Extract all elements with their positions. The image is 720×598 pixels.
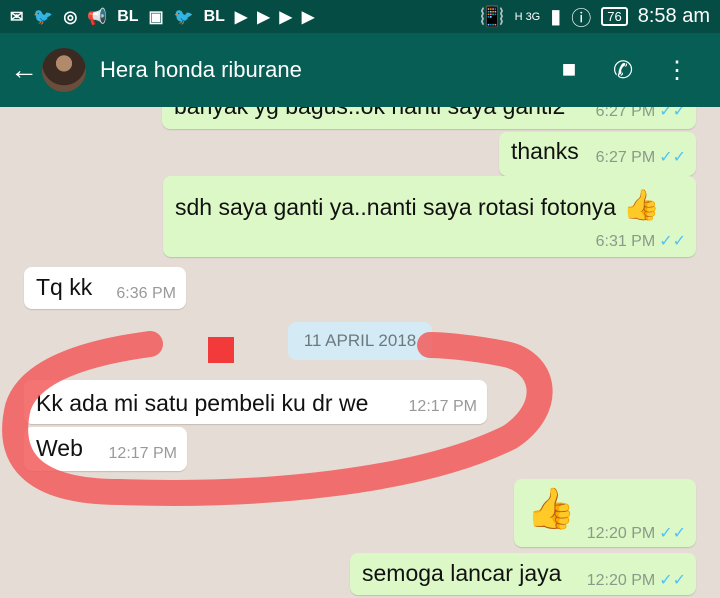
network-type: H 3G <box>514 10 541 23</box>
bl-icon: BL <box>203 7 225 25</box>
vibrate-icon: 📳 <box>479 6 505 28</box>
alert-icon: ⓘ <box>571 8 592 30</box>
megaphone-icon: 📢 <box>87 8 108 26</box>
youtube-icon: ▶ <box>301 8 315 26</box>
videocam-icon[interactable]: ■ <box>542 56 596 84</box>
instagram-icon: ◎ <box>63 8 78 26</box>
signal-icon: ▮ <box>550 6 562 28</box>
avatar[interactable] <box>42 48 86 92</box>
contact-name[interactable]: Hera honda riburane <box>100 57 542 83</box>
youtube-icon: ▶ <box>234 8 248 26</box>
mail-icon: ✉ <box>10 8 24 26</box>
annotation-mark <box>208 337 234 363</box>
more-vert-icon[interactable]: ⋮ <box>650 56 704 85</box>
twitter-icon: 🐦 <box>33 8 54 26</box>
notification-icons: ✉ 🐦 ◎ 📢 BL ▣ 🐦 BL ▶ ▶ ▶ ▶ <box>10 7 314 27</box>
message-list[interactable]: banyak yg bagus..ok nanti saya ganti2 6:… <box>0 107 720 598</box>
annotation-overlay <box>2 331 553 506</box>
clock: 8:58 am <box>637 5 710 27</box>
arrow-left-icon[interactable]: ← <box>10 54 38 86</box>
phone-icon[interactable]: ✆ <box>596 56 650 85</box>
twitter-icon: 🐦 <box>173 8 194 26</box>
bl-icon: BL <box>117 7 139 25</box>
youtube-icon: ▶ <box>279 8 292 26</box>
image-icon: ▣ <box>148 8 164 26</box>
chat-header: ← Hera honda riburane ■ ✆ ⋮ <box>0 33 720 107</box>
battery-icon: 76 <box>601 7 628 26</box>
status-bar: ✉ 🐦 ◎ 📢 BL ▣ 🐦 BL ▶ ▶ ▶ ▶ 📳 H 3G ▮ ⓘ 76 … <box>0 0 720 33</box>
youtube-icon: ▶ <box>257 8 270 26</box>
annotation-loop <box>2 331 553 506</box>
system-indicators: 📳 H 3G ▮ ⓘ 76 8:58 am <box>480 2 710 31</box>
